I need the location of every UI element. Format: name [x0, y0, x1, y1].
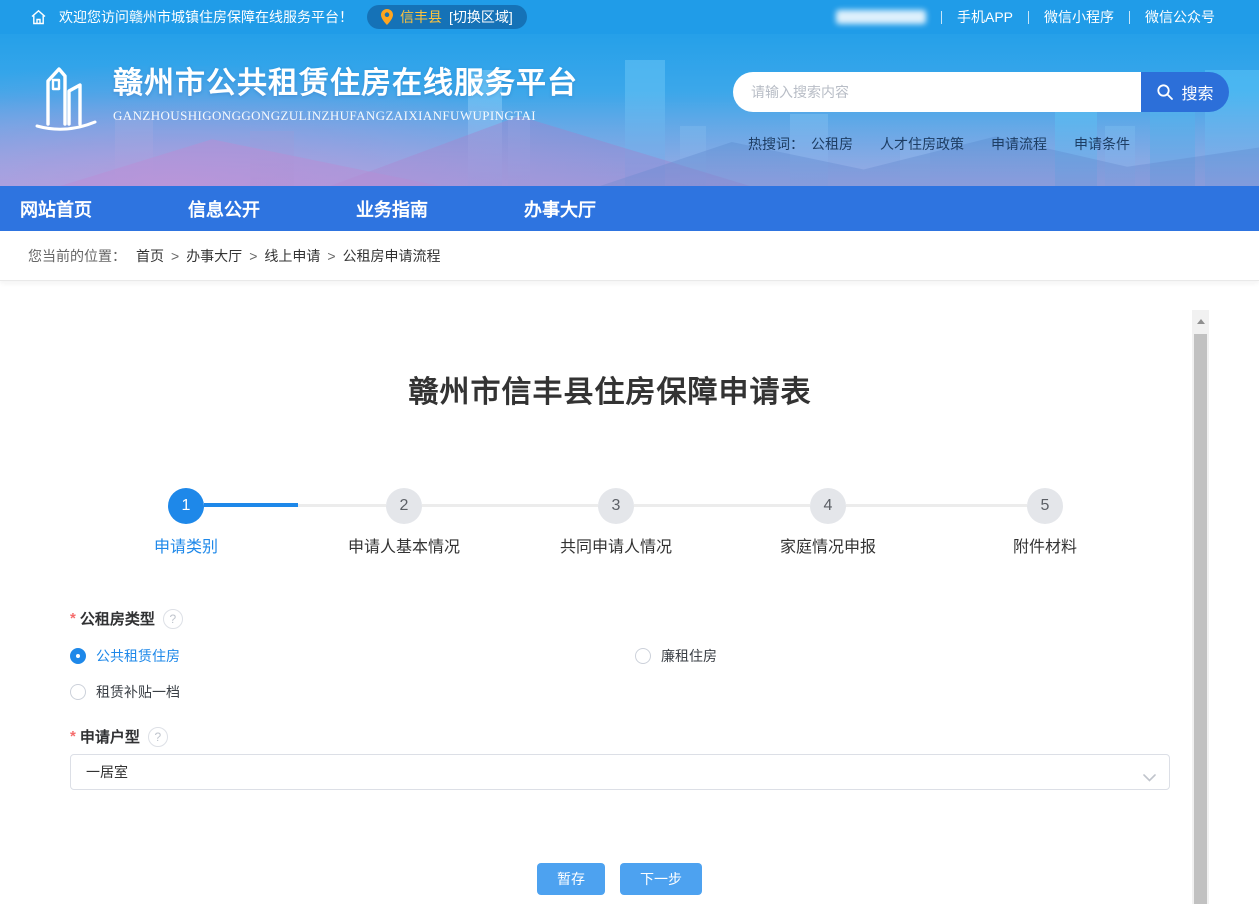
step-4-number[interactable]: 4: [810, 488, 846, 524]
field-label-unit-type: * 申请户型 ?: [70, 726, 168, 747]
region-switcher[interactable]: 信丰县 [切换区域]: [367, 5, 527, 29]
location-pin-icon: [381, 9, 393, 25]
radio-label: 租赁补贴一档: [96, 682, 180, 702]
page-title: 赣州市信丰县住房保障申请表: [0, 367, 1220, 411]
breadcrumb-current-page: 公租房申请流程: [343, 246, 441, 266]
search-bar: 搜索: [733, 72, 1229, 112]
field-label-text: 公租房类型: [80, 608, 155, 629]
wechat-official-link[interactable]: 微信公众号: [1145, 7, 1215, 27]
unit-type-selected-value: 一居室: [86, 762, 128, 782]
step-5[interactable]: 5 附件材料: [945, 488, 1145, 557]
step-2-label: 申请人基本情况: [304, 533, 504, 557]
home-icon[interactable]: [30, 9, 47, 25]
nav-item-business-guide[interactable]: 业务指南: [356, 196, 428, 222]
radio-checked-icon[interactable]: [70, 648, 86, 664]
breadcrumb-label: 您当前的位置：: [28, 246, 126, 266]
wechat-miniprogram-link[interactable]: 微信小程序: [1044, 7, 1114, 27]
step-2-number[interactable]: 2: [386, 488, 422, 524]
step-3-label: 共同申请人情况: [516, 533, 716, 557]
radio-unchecked-icon[interactable]: [635, 648, 651, 664]
radio-low-rent-housing[interactable]: 廉租住房: [635, 646, 717, 666]
brand: 赣州市公共租赁住房在线服务平台 GANZHOUSHIGONGGONGZULINZ…: [33, 58, 578, 136]
switch-region-link[interactable]: [切换区域]: [449, 7, 513, 27]
breadcrumb: 您当前的位置： 首页 > 办事大厅 > 线上申请 > 公租房申请流程: [0, 231, 1259, 281]
nav-item-info-disclosure[interactable]: 信息公开: [188, 196, 260, 222]
search-button[interactable]: 搜索: [1141, 72, 1229, 112]
help-icon[interactable]: ?: [163, 609, 183, 629]
next-step-button[interactable]: 下一步: [620, 863, 702, 895]
step-3-number[interactable]: 3: [598, 488, 634, 524]
hot-word-link[interactable]: 申请条件: [1074, 134, 1130, 154]
required-marker: *: [70, 728, 76, 745]
step-5-number[interactable]: 5: [1027, 488, 1063, 524]
step-1[interactable]: 1 申请类别: [86, 488, 286, 557]
step-5-label: 附件材料: [945, 533, 1145, 557]
page: 欢迎您访问赣州市城镇住房保障在线服务平台！ 信丰县 [切换区域] 手机APP 微…: [0, 0, 1259, 904]
step-3[interactable]: 3 共同申请人情况: [516, 488, 716, 557]
vertical-scrollbar[interactable]: [1192, 310, 1209, 904]
divider: [1129, 11, 1130, 24]
site-title: 赣州市公共租赁住房在线服务平台: [113, 66, 578, 102]
current-region: 信丰县: [400, 7, 442, 27]
required-marker: *: [70, 610, 76, 627]
step-1-number[interactable]: 1: [168, 488, 204, 524]
hot-word-link[interactable]: 申请流程: [991, 134, 1047, 154]
divider: [941, 11, 942, 24]
unit-type-select[interactable]: 一居室: [70, 754, 1170, 790]
scrollbar-thumb[interactable]: [1194, 334, 1207, 904]
nav-item-service-hall[interactable]: 办事大厅: [524, 196, 596, 222]
site-title-pinyin: GANZHOUSHIGONGGONGZULINZHUFANGZAIXIANFUW…: [113, 108, 578, 124]
topbar: 欢迎您访问赣州市城镇住房保障在线服务平台！ 信丰县 [切换区域] 手机APP 微…: [0, 0, 1259, 34]
site-logo-icon: [33, 58, 99, 136]
radio-label: 公共租赁住房: [96, 646, 180, 666]
hot-word-link[interactable]: 人才住房政策: [880, 134, 964, 154]
hot-search-label: 热搜词：: [748, 134, 804, 154]
hot-word-link[interactable]: 公租房: [811, 134, 853, 154]
form-actions: 暂存 下一步: [537, 863, 702, 895]
hot-search-row: 热搜词： 公租房 人才住房政策 申请流程 申请条件: [748, 134, 1130, 154]
breadcrumb-separator: >: [171, 248, 179, 264]
topbar-left: 欢迎您访问赣州市城镇住房保障在线服务平台！ 信丰县 [切换区域]: [30, 5, 836, 29]
scroll-up-arrow-icon: [1197, 319, 1205, 324]
step-4-label: 家庭情况申报: [728, 533, 928, 557]
field-label-text: 申请户型: [80, 726, 140, 747]
search-input[interactable]: [733, 72, 1141, 112]
main-nav: 网站首页 信息公开 业务指南 办事大厅: [0, 186, 1259, 231]
radio-unchecked-icon[interactable]: [70, 684, 86, 700]
search-icon: [1156, 83, 1174, 101]
site-header: 赣州市公共租赁住房在线服务平台 GANZHOUSHIGONGGONGZULINZ…: [0, 34, 1259, 186]
topbar-right: 手机APP 微信小程序 微信公众号: [836, 7, 1215, 27]
scrollbar-up-button[interactable]: [1192, 310, 1209, 332]
save-draft-button[interactable]: 暂存: [537, 863, 605, 895]
radio-label: 廉租住房: [661, 646, 717, 666]
step-4[interactable]: 4 家庭情况申报: [728, 488, 928, 557]
breadcrumb-service-hall[interactable]: 办事大厅: [186, 246, 242, 266]
search-button-label: 搜索: [1181, 80, 1213, 104]
breadcrumb-online-apply[interactable]: 线上申请: [264, 246, 320, 266]
step-2[interactable]: 2 申请人基本情况: [304, 488, 504, 557]
brand-text: 赣州市公共租赁住房在线服务平台 GANZHOUSHIGONGGONGZULINZ…: [113, 58, 578, 124]
step-1-label: 申请类别: [86, 533, 286, 557]
field-label-rental-type: * 公租房类型 ?: [70, 608, 183, 629]
breadcrumb-separator: >: [249, 248, 257, 264]
mobile-app-link[interactable]: 手机APP: [957, 7, 1013, 27]
user-account-redacted[interactable]: [836, 10, 926, 24]
breadcrumb-home[interactable]: 首页: [136, 246, 164, 266]
chevron-down-icon: [1143, 769, 1156, 785]
radio-rental-subsidy-tier1[interactable]: 租赁补贴一档: [70, 682, 180, 702]
main-content: 赣州市信丰县住房保障申请表 1 申请类别 2 申请人基本情况 3 共同申请人情况…: [0, 281, 1259, 904]
welcome-text: 欢迎您访问赣州市城镇住房保障在线服务平台！: [59, 7, 353, 27]
nav-item-home[interactable]: 网站首页: [20, 196, 92, 222]
stepper: 1 申请类别 2 申请人基本情况 3 共同申请人情况 4 家庭情况申报 5 附件…: [0, 488, 1220, 558]
radio-public-rental-housing[interactable]: 公共租赁住房: [70, 646, 180, 666]
help-icon[interactable]: ?: [148, 727, 168, 747]
divider: [1028, 11, 1029, 24]
breadcrumb-separator: >: [327, 248, 335, 264]
